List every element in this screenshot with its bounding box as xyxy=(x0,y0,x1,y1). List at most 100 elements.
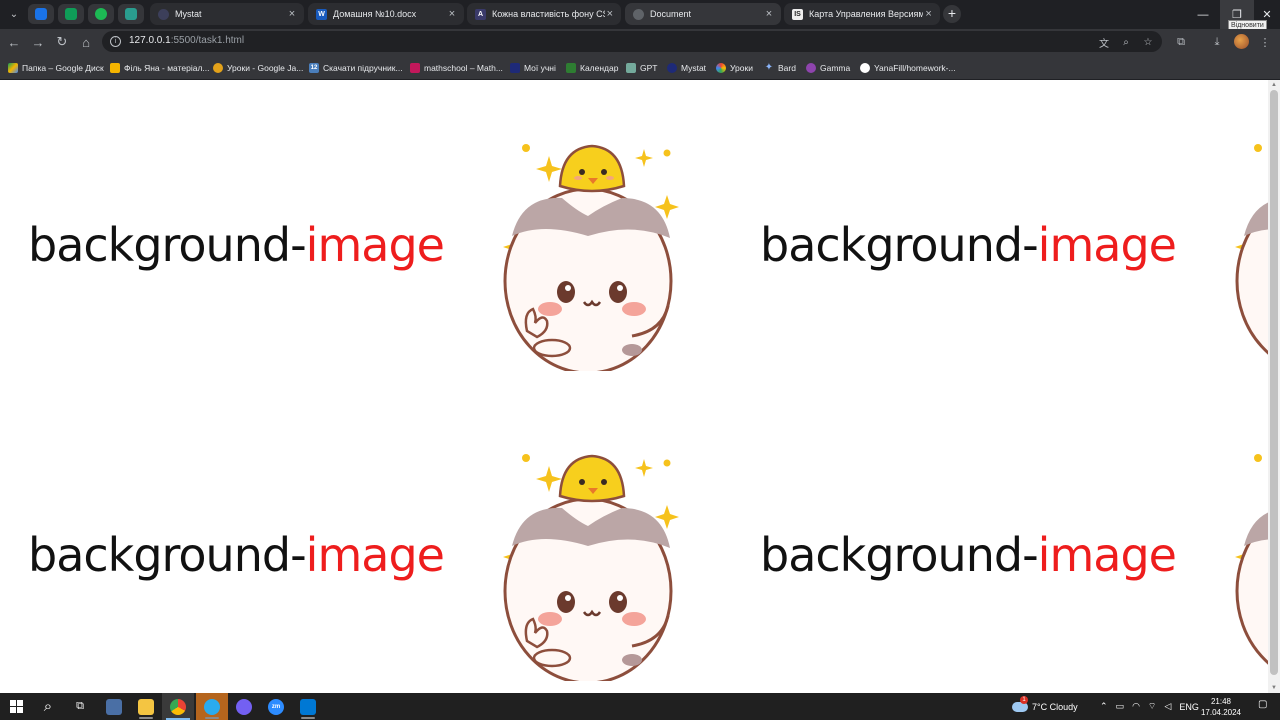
download-icon[interactable]: ⤓ xyxy=(1208,33,1226,51)
tab-title: Карта Управления Версиями - xyxy=(809,9,924,19)
reload-icon[interactable]: ↻ xyxy=(52,32,72,52)
tab-version-map[interactable]: IS Карта Управления Версиями - × xyxy=(784,3,940,25)
zoom-icon[interactable]: ⌕ xyxy=(1118,34,1134,50)
bookmark-uroky-google[interactable]: Уроки - Google Ja... xyxy=(213,61,303,74)
bookmark-star-icon[interactable]: ☆ xyxy=(1140,34,1156,50)
tab-mystat[interactable]: Mystat × xyxy=(150,3,304,25)
scroll-thumb[interactable] xyxy=(1270,90,1278,675)
github-icon xyxy=(860,62,870,73)
task-view-button[interactable]: ⧉ xyxy=(64,693,96,720)
taskbar-calculator[interactable] xyxy=(98,693,130,720)
bookmark-github[interactable]: YanaFill/homework-... xyxy=(860,61,956,74)
gamma-icon xyxy=(806,62,816,73)
back-icon[interactable]: ← xyxy=(4,32,24,52)
scroll-down-icon[interactable]: ▼ xyxy=(1268,683,1280,693)
mystat-favicon-icon xyxy=(158,8,169,20)
close-tab-icon[interactable]: × xyxy=(763,8,775,20)
profile-avatar[interactable] xyxy=(1234,34,1249,49)
system-tray: ⌃ ▭ ◠ ⌔ ◁ ENG xyxy=(1100,693,1199,720)
bookmark-gamma[interactable]: Gamma xyxy=(806,61,850,74)
taskbar-zoom[interactable]: zm xyxy=(260,693,292,720)
bookmark-google-drive[interactable]: Папка – Google Диск xyxy=(8,61,104,74)
mystat-icon xyxy=(667,62,677,73)
tab-title: Домашня №10.docx xyxy=(333,9,417,19)
translate-icon[interactable]: 文 xyxy=(1096,34,1112,50)
network-icon[interactable]: ◠ xyxy=(1132,701,1140,712)
tab-css-background[interactable]: A Кожна властивість фону CSS п × xyxy=(467,3,621,25)
tab-title: Mystat xyxy=(175,9,202,19)
tab-document[interactable]: Document × xyxy=(625,3,781,25)
sheets-icon xyxy=(65,8,77,20)
bookmark-bard[interactable]: ✦ Bard xyxy=(764,61,796,74)
taskbar-telegram[interactable] xyxy=(196,693,228,720)
pinned-tab-1[interactable] xyxy=(28,4,54,24)
globe-icon xyxy=(633,8,644,20)
minimize-button[interactable]: — xyxy=(1186,0,1220,29)
background-tile: background-image xyxy=(0,80,732,390)
bookmark-calendar[interactable]: Календар xyxy=(566,61,618,74)
browser-toolbar: ← → ↻ ⌂ i 127.0.0.1:5500/task1.html 文 ⌕ … xyxy=(0,29,1280,54)
cat-with-chick-illustration xyxy=(503,144,679,371)
address-bar[interactable]: i 127.0.0.1:5500/task1.html 文 ⌕ ☆ xyxy=(102,31,1162,52)
close-tab-icon[interactable]: × xyxy=(923,8,934,20)
wifi-icon[interactable]: ⌔ xyxy=(1148,701,1156,712)
close-tab-icon[interactable]: × xyxy=(605,8,615,20)
site-info-icon[interactable]: i xyxy=(110,36,121,47)
vertical-scrollbar[interactable]: ▲ ▼ xyxy=(1268,80,1280,693)
close-tab-icon[interactable]: × xyxy=(286,8,298,20)
tab-search-icon[interactable]: ⌄ xyxy=(4,4,24,24)
tab-word-doc[interactable]: W Домашня №10.docx × xyxy=(308,3,464,25)
volume-icon[interactable]: ◁ xyxy=(1164,701,1171,712)
clock[interactable]: 21:48 17.04.2024 xyxy=(1198,696,1244,718)
ai-site-icon: A xyxy=(475,8,486,20)
gpt-icon xyxy=(626,62,636,73)
tile-heading: background-image xyxy=(760,528,1177,582)
extensions-icon[interactable]: ⧉ xyxy=(1172,33,1190,51)
book-12-icon: 12 xyxy=(309,62,319,73)
close-tab-icon[interactable]: × xyxy=(446,8,458,20)
forward-icon[interactable]: → xyxy=(28,32,48,52)
new-tab-button[interactable]: + xyxy=(943,5,961,23)
browser-window: ⌄ Mystat × W Домашня №10.docx × A Кожна … xyxy=(0,0,1280,693)
classroom-icon xyxy=(716,62,726,73)
bookmark-mathschool[interactable]: mathschool – Math... xyxy=(410,61,503,74)
blue-app-icon xyxy=(35,8,47,20)
drive-icon xyxy=(8,62,18,73)
battery-icon[interactable]: ▭ xyxy=(1116,701,1125,712)
notifications-icon[interactable]: ▢ xyxy=(1258,699,1272,713)
cat-with-chick-illustration xyxy=(1235,144,1268,355)
sparkle-icon: ✦ xyxy=(764,62,774,73)
tab-title: Кожна властивість фону CSS п xyxy=(492,9,605,19)
chevron-up-icon[interactable]: ⌃ xyxy=(1100,701,1108,712)
tab-strip: ⌄ Mystat × W Домашня №10.docx × A Кожна … xyxy=(0,0,1280,30)
taskbar-chrome[interactable] xyxy=(162,693,194,720)
spotify-icon xyxy=(95,8,107,20)
bookmark-moi-uchni[interactable]: Мої учні xyxy=(510,61,556,74)
search-button[interactable]: ⌕ xyxy=(32,693,64,720)
weather-widget[interactable]: 1 7°C Cloudy xyxy=(1012,693,1078,720)
url-text[interactable]: 127.0.0.1:5500/task1.html xyxy=(129,35,244,46)
folder-icon xyxy=(138,698,154,715)
bookmark-pidruchnyk[interactable]: 12 Скачати підручник... xyxy=(309,61,403,74)
bookmark-fil-yana[interactable]: Філь Яна - матеріал... xyxy=(110,61,210,74)
mathschool-icon xyxy=(410,62,420,73)
scroll-up-icon[interactable]: ▲ xyxy=(1268,80,1280,90)
pinned-tab-3[interactable] xyxy=(88,4,114,24)
hand-icon xyxy=(213,62,223,73)
search-icon: ⌕ xyxy=(43,698,53,715)
start-button[interactable] xyxy=(0,693,32,720)
leaf-icon xyxy=(566,62,576,73)
taskbar-explorer[interactable] xyxy=(130,693,162,720)
bookmark-uroky[interactable]: Уроки xyxy=(716,61,753,74)
language-indicator[interactable]: ENG xyxy=(1179,702,1199,712)
windows-taskbar: ⌕ ⧉ zm 1 7°C Cloudy ⌃ ▭ ◠ ⌔ ◁ ENG 21:48 … xyxy=(0,693,1280,720)
bookmark-mystat[interactable]: Mystat xyxy=(667,61,706,74)
home-icon[interactable]: ⌂ xyxy=(76,32,96,52)
taskbar-vscode[interactable] xyxy=(292,693,324,720)
menu-kebab-icon[interactable]: ⋮ xyxy=(1256,33,1274,51)
taskbar-viber[interactable] xyxy=(228,693,260,720)
bookmark-gpt[interactable]: GPT xyxy=(626,61,657,74)
pinned-tab-4[interactable] xyxy=(118,4,144,24)
clock-time: 21:48 xyxy=(1210,697,1232,706)
pinned-tab-2[interactable] xyxy=(58,4,84,24)
